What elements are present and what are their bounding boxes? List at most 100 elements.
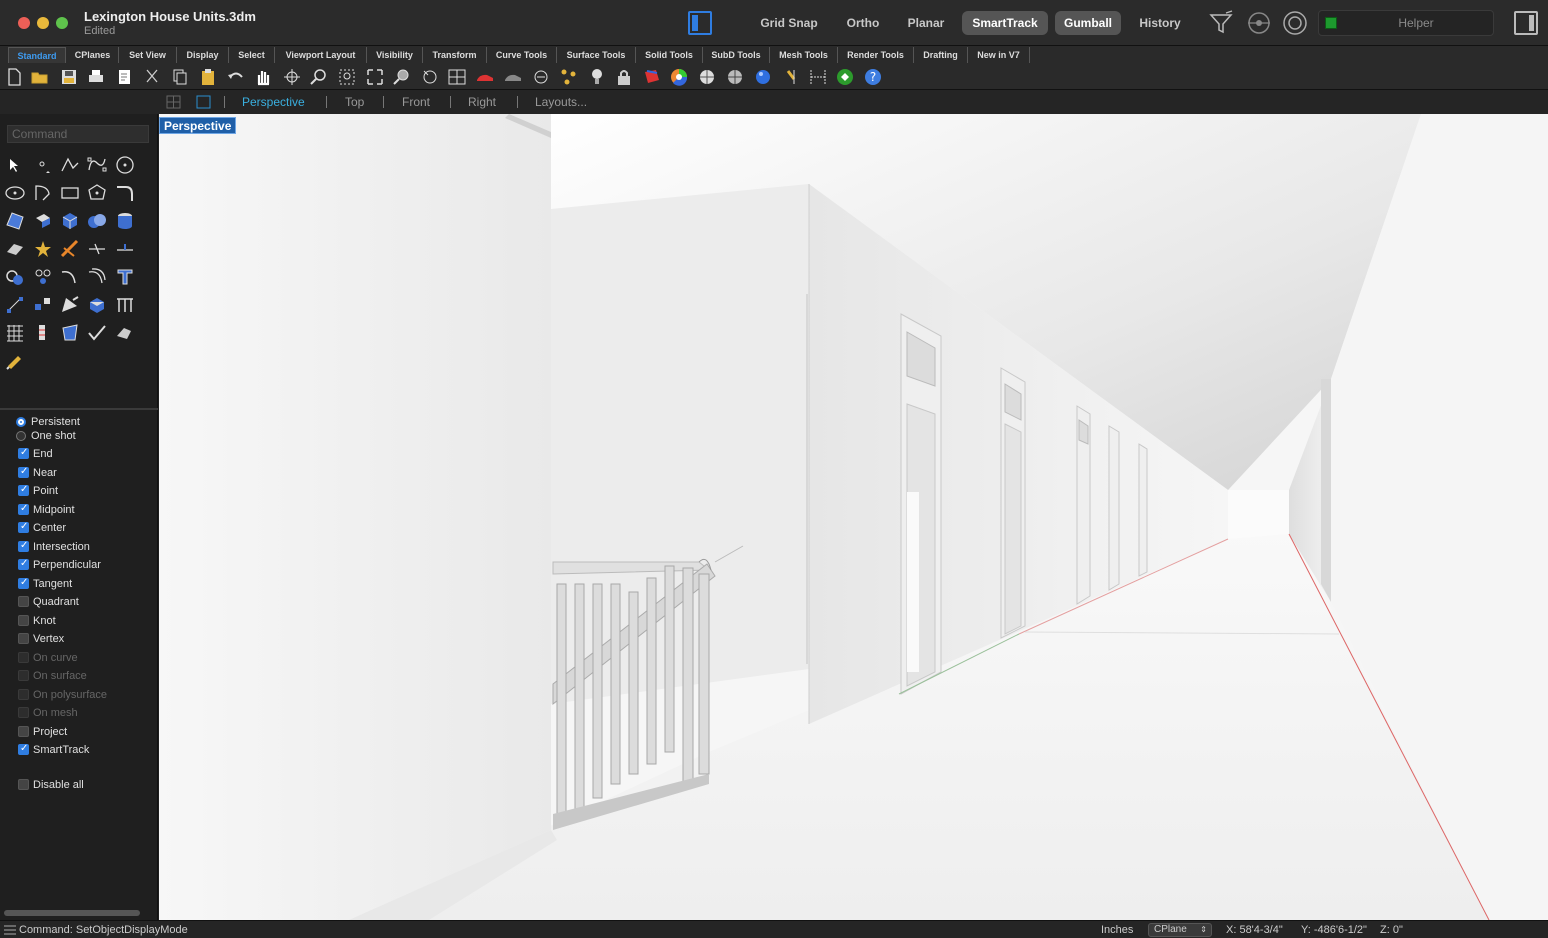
osnap-checkbox[interactable] (18, 576, 29, 590)
light-bulb-icon[interactable] (587, 67, 607, 87)
paste-icon[interactable] (198, 67, 218, 87)
extrude-curve-icon[interactable] (32, 210, 54, 232)
tab-right[interactable]: Right (468, 95, 496, 109)
close-window-button[interactable] (18, 17, 30, 29)
color-wheel-icon[interactable] (669, 67, 689, 87)
tab-display[interactable]: Display (177, 47, 229, 63)
tab-viewport-layout[interactable]: Viewport Layout (275, 47, 367, 63)
dimension-tool-icon[interactable] (114, 294, 136, 316)
osnap-target-icon[interactable] (1246, 10, 1272, 36)
curve-icon[interactable] (86, 154, 108, 176)
panels-toggle-icon[interactable] (1514, 11, 1538, 35)
mesh-plane-icon[interactable] (4, 238, 26, 260)
osnap-checkbox[interactable] (18, 725, 29, 737)
dimension-icon[interactable] (784, 67, 804, 87)
sidebar-horizontal-scrollbar[interactable] (4, 910, 140, 916)
tab-set-view[interactable]: Set View (119, 47, 177, 63)
offset-curve-icon[interactable] (86, 266, 108, 288)
tab-select[interactable]: Select (229, 47, 275, 63)
osnap-checkbox[interactable] (18, 742, 29, 756)
osnap-checkbox[interactable] (18, 596, 29, 607)
tab-subd-tools[interactable]: SubD Tools (703, 47, 770, 63)
copy-icon[interactable] (170, 67, 190, 87)
orient-icon[interactable] (32, 294, 54, 316)
rebuild-icon[interactable] (59, 294, 81, 316)
join-icon[interactable] (114, 238, 136, 260)
points-on-icon[interactable] (559, 67, 579, 87)
gumball-toggle[interactable]: Gumball (1055, 11, 1121, 35)
open-file-icon[interactable] (30, 67, 50, 87)
tab-drafting[interactable]: Drafting (914, 47, 968, 63)
group-icon[interactable] (4, 266, 26, 288)
smarttrack-toggle[interactable]: SmartTrack (962, 11, 1048, 35)
fillet-curve-icon[interactable] (114, 182, 136, 204)
perspective-viewport[interactable]: Perspective (159, 114, 1548, 920)
boolean-union-icon[interactable] (86, 210, 108, 232)
osnap-checkbox[interactable] (18, 633, 29, 644)
rectangle-icon[interactable] (59, 182, 81, 204)
osnap-checkbox[interactable] (18, 520, 29, 534)
tab-mesh-tools[interactable]: Mesh Tools (770, 47, 838, 63)
move-icon[interactable] (114, 266, 136, 288)
mesh-cylinder-icon[interactable] (114, 210, 136, 232)
plugin-icon[interactable] (835, 67, 855, 87)
undo-view-icon[interactable] (420, 67, 440, 87)
trim-icon[interactable] (59, 238, 81, 260)
viewport-title-label[interactable]: Perspective (159, 117, 237, 134)
command-input[interactable]: Command (7, 125, 149, 143)
polyline-icon[interactable] (59, 154, 81, 176)
print-icon[interactable] (86, 67, 106, 87)
one-shot-radio[interactable] (16, 431, 26, 441)
properties-icon[interactable] (114, 67, 134, 87)
sidebar-toggle-icon[interactable] (688, 11, 712, 35)
tab-solid-tools[interactable]: Solid Tools (636, 47, 703, 63)
render-sphere-icon[interactable] (753, 67, 773, 87)
filter-icon[interactable] (1208, 10, 1234, 36)
array-icon[interactable] (4, 294, 26, 316)
tab-perspective[interactable]: Perspective (242, 95, 305, 109)
check-objects-icon[interactable] (86, 322, 108, 344)
help-icon[interactable]: ? (863, 67, 883, 87)
select-objects-icon[interactable] (531, 67, 551, 87)
tab-transform[interactable]: Transform (423, 47, 487, 63)
box-icon[interactable] (59, 210, 81, 232)
tab-top[interactable]: Top (345, 95, 364, 109)
osnap-checkbox[interactable] (18, 557, 29, 571)
tab-standard[interactable]: Standard (8, 47, 66, 63)
save-icon[interactable] (59, 67, 79, 87)
section-icon[interactable] (32, 322, 54, 344)
tab-visibility[interactable]: Visibility (367, 47, 423, 63)
explode-icon[interactable] (32, 238, 54, 260)
osnap-checkbox[interactable] (18, 539, 29, 553)
osnap-checkbox[interactable] (18, 483, 29, 497)
zoom-window-icon[interactable] (337, 67, 357, 87)
four-view-icon[interactable] (447, 67, 467, 87)
dimension-linear-icon[interactable] (808, 67, 828, 87)
cplane-selector[interactable]: CPlane ⇕ (1148, 923, 1212, 937)
zoom-selected-icon[interactable] (392, 67, 412, 87)
ungroup-icon[interactable] (32, 266, 54, 288)
tab-curve-tools[interactable]: Curve Tools (487, 47, 557, 63)
block-icon[interactable] (86, 294, 108, 316)
grid-array-icon[interactable] (4, 322, 26, 344)
command-history-icon[interactable] (4, 925, 16, 935)
material-sphere-icon[interactable] (697, 67, 717, 87)
rotate-view-icon[interactable] (282, 67, 302, 87)
circle-icon[interactable] (114, 154, 136, 176)
grid-snap-toggle[interactable]: Grid Snap (754, 11, 824, 35)
shaded-car-icon[interactable] (475, 67, 495, 87)
helper-field[interactable]: Helper (1318, 10, 1494, 36)
lock-icon[interactable] (614, 67, 634, 87)
history-toggle[interactable]: History (1130, 11, 1190, 35)
maximize-window-button[interactable] (56, 17, 68, 29)
tab-front[interactable]: Front (402, 95, 430, 109)
osnap-checkbox[interactable] (18, 614, 29, 626)
tab-new-in-v7[interactable]: New in V7 (968, 47, 1030, 63)
surface-from-points-icon[interactable] (4, 210, 26, 232)
split-icon[interactable] (86, 238, 108, 260)
text-object-icon[interactable] (59, 322, 81, 344)
arc-icon[interactable] (32, 182, 54, 204)
environment-sphere-icon[interactable] (725, 67, 745, 87)
tab-cplanes[interactable]: CPlanes (67, 47, 119, 63)
planar-toggle[interactable]: Planar (900, 11, 952, 35)
